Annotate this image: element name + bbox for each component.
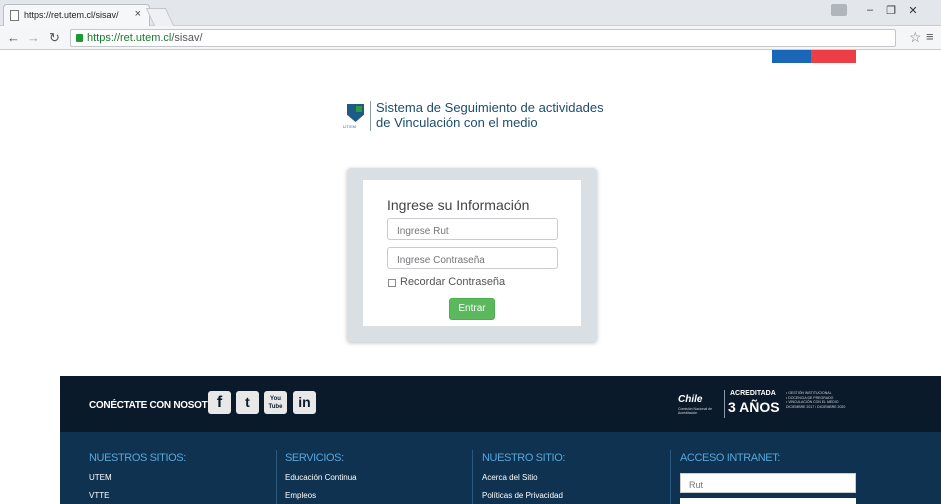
- rut-input[interactable]: [387, 218, 558, 240]
- remember-checkbox[interactable]: [388, 279, 396, 287]
- browser-tab-bar: https://ret.utem.cl/sisav/ × – ❐ ✕: [0, 0, 941, 26]
- back-icon[interactable]: ←: [7, 30, 20, 45]
- password-input[interactable]: [387, 247, 558, 269]
- link-acerca-del-sitio[interactable]: Acerca del Sitio: [482, 473, 538, 482]
- close-icon[interactable]: ×: [135, 8, 141, 20]
- forward-icon[interactable]: →: [27, 30, 40, 45]
- accreditation-badge: Chile Comisión Nacional de Acreditación …: [674, 388, 864, 420]
- new-tab-button[interactable]: [145, 8, 175, 26]
- minimize-icon[interactable]: –: [859, 4, 881, 16]
- linkedin-icon[interactable]: in: [293, 391, 316, 414]
- system-title-line2: de Vinculación con el medio: [376, 115, 538, 130]
- intranet-rut-input[interactable]: [680, 473, 856, 493]
- page-margin: [0, 376, 60, 504]
- window-close-icon[interactable]: ✕: [902, 4, 924, 17]
- twitter-icon[interactable]: t: [236, 391, 259, 414]
- intranet-password-input[interactable]: [680, 498, 856, 504]
- column-title: NUESTROS SITIOS:: [89, 452, 186, 464]
- youtube-icon[interactable]: You Tube: [264, 391, 287, 414]
- column-title: SERVICIOS:: [285, 452, 344, 464]
- accreditation-areas: • GESTIÓN INSTITUCIONAL • DOCENCIA DE PR…: [786, 391, 866, 409]
- profile-icon[interactable]: [831, 4, 847, 16]
- address-bar: ← → ↻ https://ret.utem.cl/sisav/ ☆ ≡: [0, 26, 941, 50]
- login-title: Ingrese su Información: [387, 197, 530, 213]
- column-title: NUESTRO SITIO:: [482, 452, 566, 464]
- restore-icon[interactable]: ❐: [880, 4, 902, 17]
- link-empleos[interactable]: Empleos: [285, 491, 316, 500]
- lock-icon: [76, 34, 83, 42]
- menu-icon[interactable]: ≡: [926, 29, 934, 44]
- logo-divider: [370, 101, 371, 131]
- system-title-line1: Sistema de Seguimiento de actividades: [376, 100, 604, 115]
- cna-chile-subtitle: Comisión Nacional de Acreditación: [678, 407, 713, 415]
- browser-tab[interactable]: https://ret.utem.cl/sisav/ ×: [3, 4, 150, 26]
- accreditation-period: DICIEMBRE 2017 / DICIEMBRE 2020: [786, 404, 846, 409]
- column-divider: [276, 450, 277, 504]
- flag-blue-stripe: [772, 50, 811, 63]
- accreditation-label: ACREDITADA: [730, 390, 776, 397]
- login-button[interactable]: Entrar: [449, 298, 495, 320]
- system-title: Sistema de Seguimiento de actividades de…: [376, 100, 636, 130]
- link-politicas-privacidad[interactable]: Políticas de Privacidad: [482, 491, 563, 500]
- star-icon[interactable]: ☆: [909, 29, 922, 46]
- remember-label: Recordar Contraseña: [400, 276, 506, 288]
- accreditation-years: 3 AÑOS: [728, 399, 780, 415]
- page-icon: [10, 10, 19, 21]
- cna-chile-logo: Chile: [678, 394, 703, 405]
- accreditation-divider: [724, 390, 725, 418]
- url-host: https://ret.utem.cl: [87, 32, 172, 44]
- link-vtte[interactable]: VTTE: [89, 491, 109, 500]
- link-utem[interactable]: UTEM: [89, 473, 112, 482]
- facebook-icon[interactable]: f: [208, 391, 231, 414]
- url-input[interactable]: https://ret.utem.cl/sisav/: [70, 29, 896, 47]
- logo-text: UTEM: [343, 124, 357, 129]
- utem-logo: UTEM: [343, 104, 369, 130]
- column-divider: [472, 450, 473, 504]
- url-path: /sisav/: [171, 32, 203, 44]
- column-title: ACCESO INTRANET:: [680, 452, 780, 464]
- column-divider: [670, 450, 671, 504]
- reload-icon[interactable]: ↻: [49, 30, 60, 46]
- link-educacion-continua[interactable]: Educación Continua: [285, 473, 357, 482]
- shield-icon: [347, 104, 364, 122]
- tab-title: https://ret.utem.cl/sisav/: [24, 10, 119, 20]
- flag-red-stripe: [811, 50, 856, 63]
